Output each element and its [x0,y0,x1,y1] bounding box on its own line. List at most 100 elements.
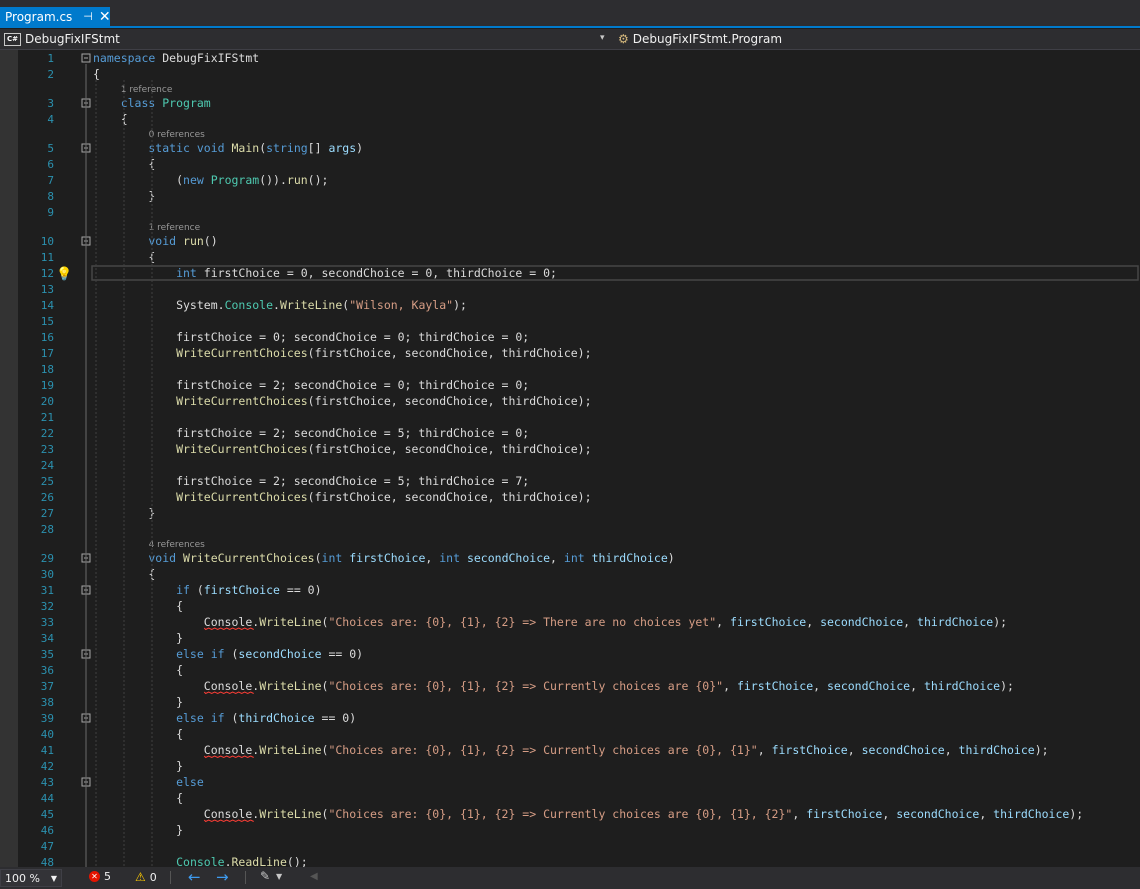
line-number: 18 [41,363,54,376]
chevron-down-icon[interactable]: ▾ [600,33,605,43]
code-token: run [287,173,308,187]
code-token: WriteLine [259,743,321,757]
code-line[interactable]: } [93,631,183,645]
warning-icon: ⚠ [135,870,146,884]
code-line[interactable]: Console.WriteLine("Choices are: {0}, {1}… [93,807,1083,821]
code-token: , [806,615,820,629]
code-line[interactable]: firstChoice = 2; secondChoice = 0; third… [93,378,529,392]
code-line[interactable]: WriteCurrentChoices(firstChoice, secondC… [93,490,592,504]
code-token: == 0) [280,583,322,597]
code-line[interactable]: if (firstChoice == 0) [93,583,322,597]
tab-program-cs[interactable]: Program.cs ⊣ ✕ [0,7,111,26]
line-number: 36 [41,664,54,677]
code-token: { [93,67,100,81]
code-token [93,855,176,867]
error-count[interactable]: ✕ 5 [89,870,111,883]
code-token: (); [308,173,329,187]
code-token: "Choices are: {0}, {1}, {2} => There are… [328,615,716,629]
code-line[interactable]: } [93,823,183,837]
code-lens[interactable]: 0 references [149,130,206,140]
code-line[interactable]: firstChoice = 2; secondChoice = 5; third… [93,474,529,488]
code-token: = 0, [405,266,447,280]
code-line[interactable]: System.Console.WriteLine("Wilson, Kayla"… [93,298,467,312]
code-line[interactable]: { [93,599,183,613]
code-line[interactable]: firstChoice = 2; secondChoice = 5; third… [93,426,529,440]
code-token: , [792,807,806,821]
code-token: ); [1035,743,1049,757]
scope-dropdown[interactable]: ⚙ DebugFixIFStmt.Program [618,29,782,49]
navigate-back-icon[interactable]: ← [188,868,201,886]
code-token [93,615,204,629]
code-line[interactable]: void run() [93,234,218,248]
line-number: 14 [41,299,55,312]
lightbulb-icon[interactable]: 💡 [56,266,72,282]
code-line[interactable]: class Program [93,96,211,110]
code-token: ); [453,298,467,312]
code-line[interactable]: Console.WriteLine("Choices are: {0}, {1}… [93,743,1049,757]
code-line[interactable]: else [93,775,204,789]
code-token: thirdChoice [592,551,668,565]
code-token: ( [322,615,329,629]
close-icon[interactable]: ✕ [99,9,111,25]
code-token: int [439,551,467,565]
code-line[interactable]: WriteCurrentChoices(firstChoice, secondC… [93,346,592,360]
code-line[interactable]: { [93,791,183,805]
code-line[interactable]: Console.ReadLine(); [93,855,308,867]
code-line[interactable]: Console.WriteLine("Choices are: {0}, {1}… [93,615,1007,629]
code-line[interactable]: { [93,112,128,126]
code-token: Console [204,807,253,821]
code-line[interactable]: void WriteCurrentChoices(int firstChoice… [93,551,675,565]
code-token: namespace [93,51,162,65]
warning-count[interactable]: ⚠ 0 [135,870,157,884]
code-line[interactable]: WriteCurrentChoices(firstChoice, secondC… [93,442,592,456]
code-line[interactable]: int firstChoice = 0, secondChoice = 0, t… [93,266,557,280]
code-lens[interactable]: 4 references [149,540,206,550]
code-token [93,394,176,408]
code-token: firstChoice [204,266,280,280]
code-token [93,442,176,456]
project-dropdown[interactable]: C# DebugFixIFStmt [4,29,612,49]
code-cleanup-icon[interactable]: ✎ [260,869,270,883]
code-line[interactable]: namespace DebugFixIFStmt [93,51,259,65]
code-line[interactable]: else if (thirdChoice == 0) [93,711,356,725]
code-token: = 0, [280,266,322,280]
code-line[interactable]: } [93,759,183,773]
zoom-dropdown[interactable]: 100 % ▼ [0,869,62,887]
scroll-left-icon[interactable]: ◀ [310,871,318,882]
code-token: { [93,791,183,805]
line-number: 11 [41,251,54,264]
code-lens[interactable]: 1 reference [149,223,201,233]
code-token: ( [93,173,183,187]
code-line[interactable]: static void Main(string[] args) [93,141,363,155]
error-count-value: 5 [104,870,111,883]
separator [170,871,171,884]
code-token: WriteCurrentChoices [176,442,308,456]
pin-icon[interactable]: ⊣ [83,10,93,23]
code-token: ( [322,743,329,757]
code-canvas[interactable]: 1 namespace DebugFixIFStmt2 {1 reference3 … [0,50,1140,867]
code-line[interactable]: } [93,695,183,709]
code-line[interactable]: { [93,727,183,741]
scope-name: DebugFixIFStmt.Program [632,32,783,46]
code-token: . [252,615,259,629]
code-token: WriteLine [280,298,342,312]
code-line[interactable]: { [93,663,183,677]
collapse-icon[interactable] [81,53,91,63]
code-line[interactable]: else if (secondChoice == 0) [93,647,363,661]
code-token: secondChoice [896,807,979,821]
code-token: thirdChoice [993,807,1069,821]
line-number: 25 [41,475,54,488]
code-line[interactable]: { [93,67,100,81]
code-editor[interactable]: 1 namespace DebugFixIFStmt 2{1 reference 3 … [0,50,1140,867]
code-token: ); [1000,679,1014,693]
project-name: DebugFixIFStmt [25,32,120,46]
code-line[interactable]: WriteCurrentChoices(firstChoice, secondC… [93,394,592,408]
chevron-down-icon[interactable]: ▼ [276,872,282,881]
code-line[interactable]: (new Program()).run(); [93,173,328,187]
code-token: ( [322,807,329,821]
code-line[interactable]: Console.WriteLine("Choices are: {0}, {1}… [93,679,1014,693]
code-line[interactable]: firstChoice = 0; secondChoice = 0; third… [93,330,529,344]
navigate-forward-icon[interactable]: → [216,868,229,886]
code-token: Console [204,615,253,629]
code-lens[interactable]: 1 reference [121,85,173,95]
